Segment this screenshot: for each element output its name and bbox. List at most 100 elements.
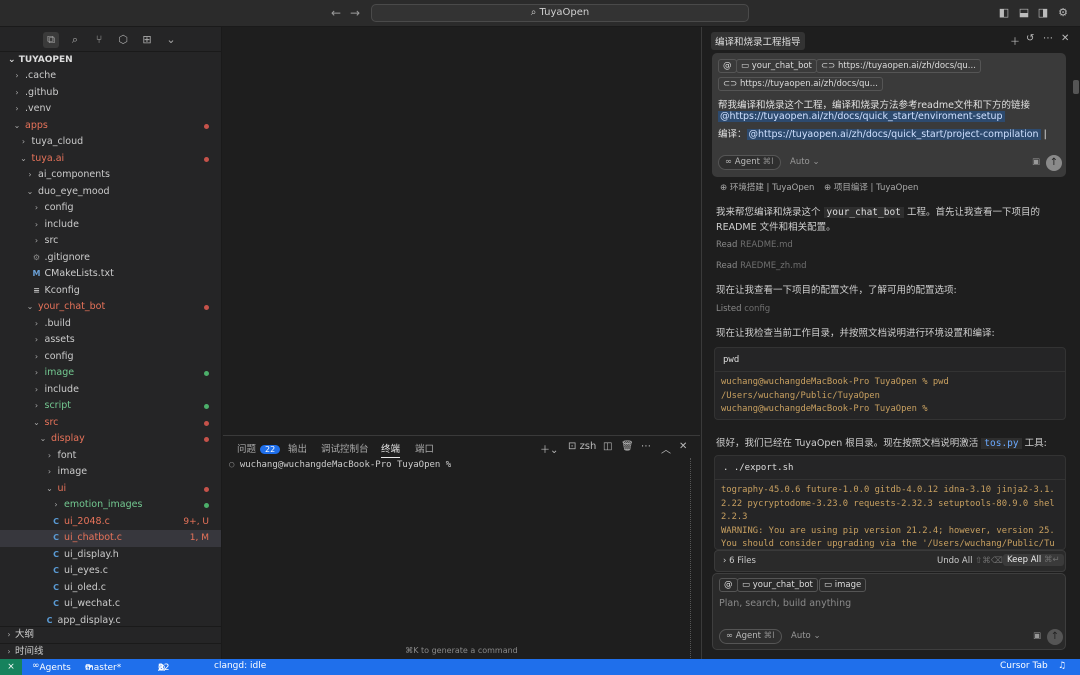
undo-all-button[interactable]: Undo All ⇧⌘⌫ — [937, 556, 1003, 566]
user-message-bubble[interactable]: @ ▭ your_chat_bot ⊂⊃ https://tuyaopen.ai… — [712, 53, 1066, 177]
agents-status[interactable]: ∞ Agents — [32, 661, 71, 673]
folder-item[interactable]: › .github — [0, 85, 221, 102]
outline-section[interactable]: › 大纲 — [0, 626, 222, 643]
terminal-shell-icon[interactable]: ⊡ zsh — [568, 441, 596, 452]
tool-call-read[interactable]: Read README.md — [716, 240, 793, 250]
chat-input-box[interactable]: @ ▭ your_chat_bot ▭ image Plan, search, … — [712, 573, 1066, 650]
search-icon[interactable]: ⌕ — [67, 32, 83, 48]
history-icon[interactable]: ↺ — [1026, 33, 1034, 44]
context-chip-link[interactable]: ⊂⊃ https://tuyaopen.ai/zh/docs/qu... — [718, 77, 883, 91]
folder-item[interactable]: › ai_components — [0, 167, 221, 184]
remote-indicator-icon[interactable]: ⨯ — [0, 659, 22, 675]
reference-chip[interactable]: ⊕ 环境搭建 | TuyaOpen — [716, 182, 818, 196]
send-button[interactable]: ↑ — [1047, 629, 1063, 645]
editor-area[interactable] — [223, 27, 700, 435]
folder-item[interactable]: ⌄ tuya.ai — [0, 151, 221, 168]
folder-item[interactable]: ⌄ src — [0, 415, 221, 432]
tab-output[interactable]: 输出 — [288, 441, 307, 455]
command-center-search[interactable]: ⌕ TuyaOpen — [371, 4, 749, 22]
message-link[interactable]: @https://tuyaopen.ai/zh/docs/quick_start… — [718, 111, 1005, 122]
model-selector[interactable]: Auto ⌄ — [790, 157, 820, 167]
tab-ports[interactable]: 端口 — [415, 441, 434, 455]
chat-tab-title[interactable]: 编译和烧录工程指导 — [711, 32, 805, 50]
folder-item[interactable]: › config — [0, 349, 221, 366]
source-control-icon[interactable]: ⑂ — [91, 32, 107, 48]
toggle-primary-sidebar-icon[interactable]: ◧ — [997, 6, 1011, 20]
notifications-bell-icon[interactable]: ♫ — [1058, 661, 1066, 671]
message-link[interactable]: @https://tuyaopen.ai/zh/docs/quick_start… — [746, 129, 1041, 140]
timeline-section[interactable]: › 时间线 — [0, 642, 222, 660]
context-chip-link[interactable]: ⊂⊃ https://tuyaopen.ai/zh/docs/qu... — [816, 59, 981, 73]
cursor-tab-status[interactable]: Cursor Tab — [1000, 661, 1048, 671]
keep-all-button[interactable]: Keep All ⌘↵ — [1003, 554, 1064, 566]
folder-item[interactable]: › script — [0, 398, 221, 415]
chat-input-placeholder[interactable]: Plan, search, build anything — [719, 598, 851, 609]
clangd-status[interactable]: clangd: idle — [214, 661, 266, 671]
mention-icon[interactable]: @ — [718, 59, 737, 73]
file-item[interactable]: ≡ Kconfig — [0, 283, 221, 300]
tab-terminal[interactable]: 终端 — [381, 441, 401, 458]
file-item[interactable]: M CMakeLists.txt — [0, 266, 221, 283]
new-chat-plus-icon[interactable]: ＋ — [1010, 33, 1020, 48]
folder-item[interactable]: › image — [0, 464, 221, 481]
folder-item[interactable]: › image — [0, 365, 221, 382]
folder-item[interactable]: ⌄ apps — [0, 118, 221, 135]
new-terminal-plus-icon[interactable]: ＋⌄ — [540, 441, 558, 456]
folder-item[interactable]: ⌄ your_chat_bot — [0, 299, 221, 316]
forward-arrow-icon[interactable]: → — [350, 6, 360, 20]
tool-call-read[interactable]: Read RAEDME_zh.md — [716, 261, 807, 271]
terminal-command-block[interactable]: . ./export.sh tography-45.0.6 future-1.0… — [714, 455, 1066, 550]
terminal-scrollbar[interactable] — [690, 458, 692, 658]
split-terminal-icon[interactable]: ◫ — [603, 441, 612, 452]
chat-scrollbar[interactable] — [1073, 80, 1079, 94]
model-selector[interactable]: Auto ⌄ — [791, 631, 821, 641]
explorer-files-icon[interactable]: ⧉ — [43, 32, 59, 48]
folder-item[interactable]: › .venv — [0, 101, 221, 118]
close-icon[interactable]: ✕ — [1061, 33, 1069, 44]
folder-item[interactable]: ⌄ ui — [0, 481, 221, 498]
folder-item[interactable]: › tuya_cloud — [0, 134, 221, 151]
folder-item[interactable]: › .cache — [0, 68, 221, 85]
chevron-down-icon[interactable]: ⌄ — [163, 32, 179, 48]
folder-item[interactable]: › assets — [0, 332, 221, 349]
toggle-secondary-sidebar-icon[interactable]: ◨ — [1036, 6, 1050, 20]
file-item[interactable]: Cui_oled.c — [0, 580, 221, 597]
folder-item[interactable]: › emotion_images — [0, 497, 221, 514]
file-item[interactable]: ⚙ .gitignore — [0, 250, 221, 267]
settings-gear-icon[interactable]: ⚙ — [1056, 6, 1070, 20]
more-actions-icon[interactable]: ⋯ — [1043, 33, 1053, 44]
send-button[interactable]: ↑ — [1046, 155, 1062, 171]
folder-item[interactable]: › include — [0, 217, 221, 234]
file-item[interactable]: Cui_2048.c 9+, U — [0, 514, 221, 531]
file-item[interactable]: Cui_eyes.c — [0, 563, 221, 580]
image-attach-icon[interactable]: ▣ — [1032, 157, 1040, 167]
agent-mode-selector[interactable]: ∞ Agent ⌘I — [719, 629, 782, 644]
file-item[interactable]: Cui_display.h — [0, 547, 221, 564]
context-chip-folder[interactable]: ▭ your_chat_bot — [736, 59, 817, 73]
tab-problems[interactable]: 问题 22 — [237, 441, 281, 455]
extensions-icon[interactable]: ⊞ — [139, 32, 155, 48]
toggle-panel-icon[interactable]: ⬓ — [1017, 6, 1031, 20]
mention-icon[interactable]: @ — [719, 578, 738, 592]
folder-item[interactable]: › font — [0, 448, 221, 465]
folder-item[interactable]: › config — [0, 200, 221, 217]
terminal-line[interactable]: ○ wuchang@wuchangdeMacBook-Pro TuyaOpen … — [229, 460, 451, 470]
tab-debug-console[interactable]: 调试控制台 — [321, 441, 369, 455]
folder-item[interactable]: › .build — [0, 316, 221, 333]
folder-item[interactable]: ⌄ display — [0, 431, 221, 448]
folder-item[interactable]: ⌄ duo_eye_mood — [0, 184, 221, 201]
back-arrow-icon[interactable]: ← — [331, 6, 341, 20]
maximize-panel-icon[interactable]: ︿ — [661, 441, 671, 456]
run-debug-icon[interactable]: ⬡ — [115, 32, 131, 48]
tool-call-listed[interactable]: Listed config — [716, 304, 770, 314]
reference-chip[interactable]: ⊕ 项目编译 | TuyaOpen — [820, 182, 922, 196]
explorer-root-title[interactable]: ⌄ TUYAOPEN — [0, 52, 221, 68]
trash-icon[interactable]: 🗑 — [621, 441, 634, 452]
file-item[interactable]: Cui_chatbot.c 1, M — [0, 530, 221, 547]
image-attach-icon[interactable]: ▣ — [1033, 631, 1041, 641]
close-icon[interactable]: ✕ — [679, 441, 687, 452]
folder-item[interactable]: › src — [0, 233, 221, 250]
folder-item[interactable]: › include — [0, 382, 221, 399]
file-item[interactable]: Cui_wechat.c — [0, 596, 221, 613]
more-actions-icon[interactable]: ⋯ — [641, 441, 651, 452]
